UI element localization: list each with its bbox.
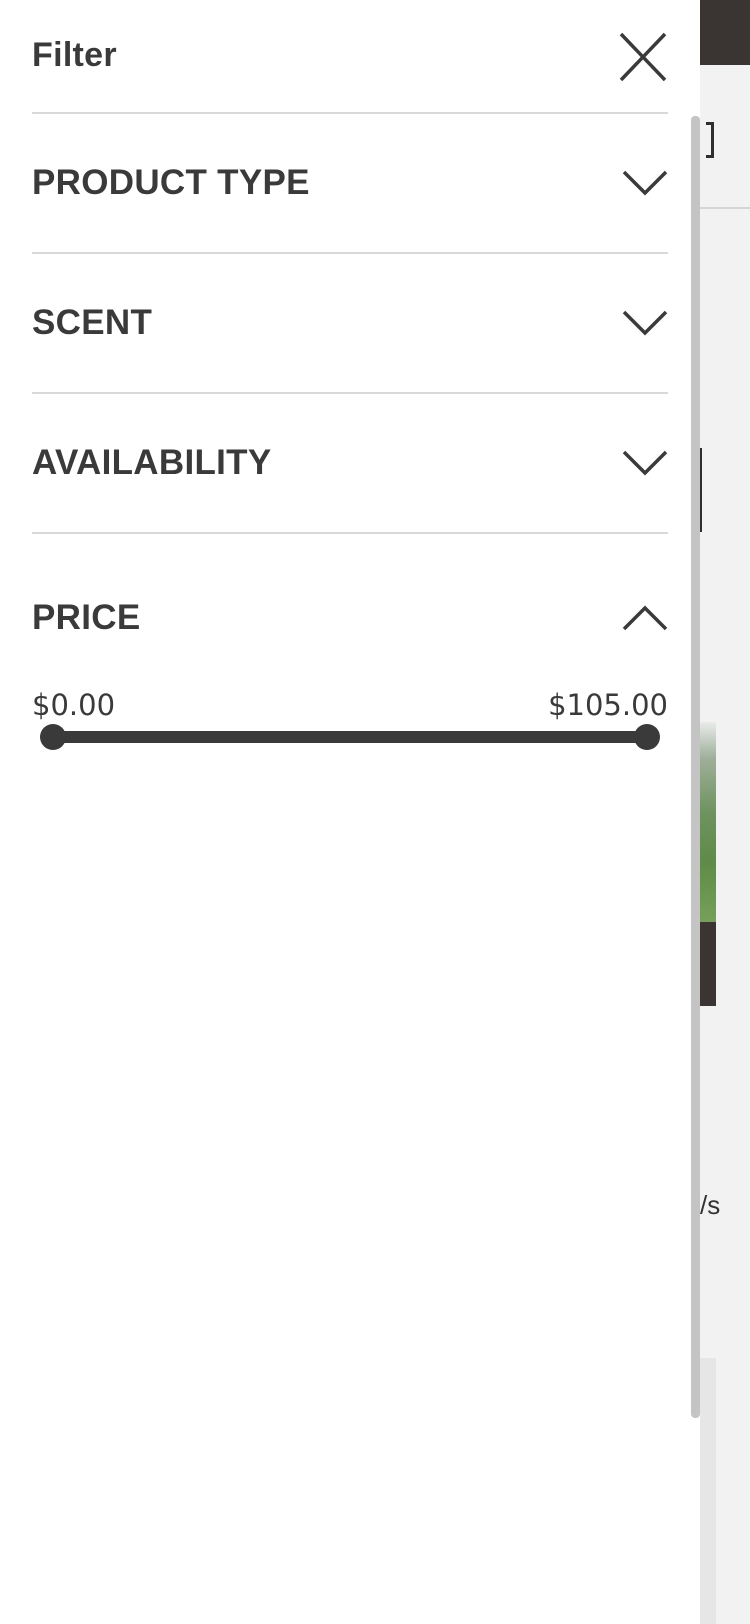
filter-section-label: PRICE bbox=[32, 598, 141, 637]
price-range-values: $0.00 $105.00 bbox=[32, 688, 668, 728]
background-header-bar bbox=[700, 0, 750, 65]
chevron-down-icon bbox=[622, 308, 668, 338]
filter-section-price[interactable]: PRICE bbox=[32, 560, 668, 680]
chevron-down-icon bbox=[622, 168, 668, 198]
background-divider bbox=[700, 207, 750, 209]
filter-section-label: PRODUCT TYPE bbox=[32, 163, 310, 202]
price-min-label: $0.00 bbox=[32, 688, 116, 722]
chevron-up-icon bbox=[622, 603, 668, 633]
slider-track[interactable] bbox=[52, 731, 648, 743]
price-max-label: $105.00 bbox=[548, 688, 668, 722]
background-icon-fragment bbox=[706, 122, 714, 158]
background-dark-block bbox=[700, 922, 716, 1006]
filter-section-label: AVAILABILITY bbox=[32, 443, 272, 482]
background-panel bbox=[700, 1358, 716, 1624]
filter-section-label: SCENT bbox=[32, 303, 153, 342]
chevron-down-icon bbox=[622, 448, 668, 478]
close-icon bbox=[619, 32, 667, 82]
filter-header: Filter bbox=[32, 0, 668, 114]
background-box-edge bbox=[700, 448, 702, 532]
slider-handle-max[interactable] bbox=[634, 724, 660, 750]
drawer-scrollbar[interactable] bbox=[691, 116, 700, 1418]
filter-drawer: Filter PRODUCT TYPE SCENT AVAILABILITY P… bbox=[0, 0, 700, 1624]
close-button[interactable] bbox=[618, 30, 668, 84]
filter-section-product-type[interactable]: PRODUCT TYPE bbox=[32, 114, 668, 254]
filter-section-scent[interactable]: SCENT bbox=[32, 254, 668, 394]
filter-title: Filter bbox=[32, 36, 117, 74]
background-product-image bbox=[700, 722, 716, 922]
slider-handle-min[interactable] bbox=[40, 724, 66, 750]
background-partial-text: /s bbox=[700, 1190, 721, 1220]
price-range-slider[interactable] bbox=[40, 724, 660, 750]
background-page: /s bbox=[700, 0, 750, 1624]
filter-section-availability[interactable]: AVAILABILITY bbox=[32, 394, 668, 534]
